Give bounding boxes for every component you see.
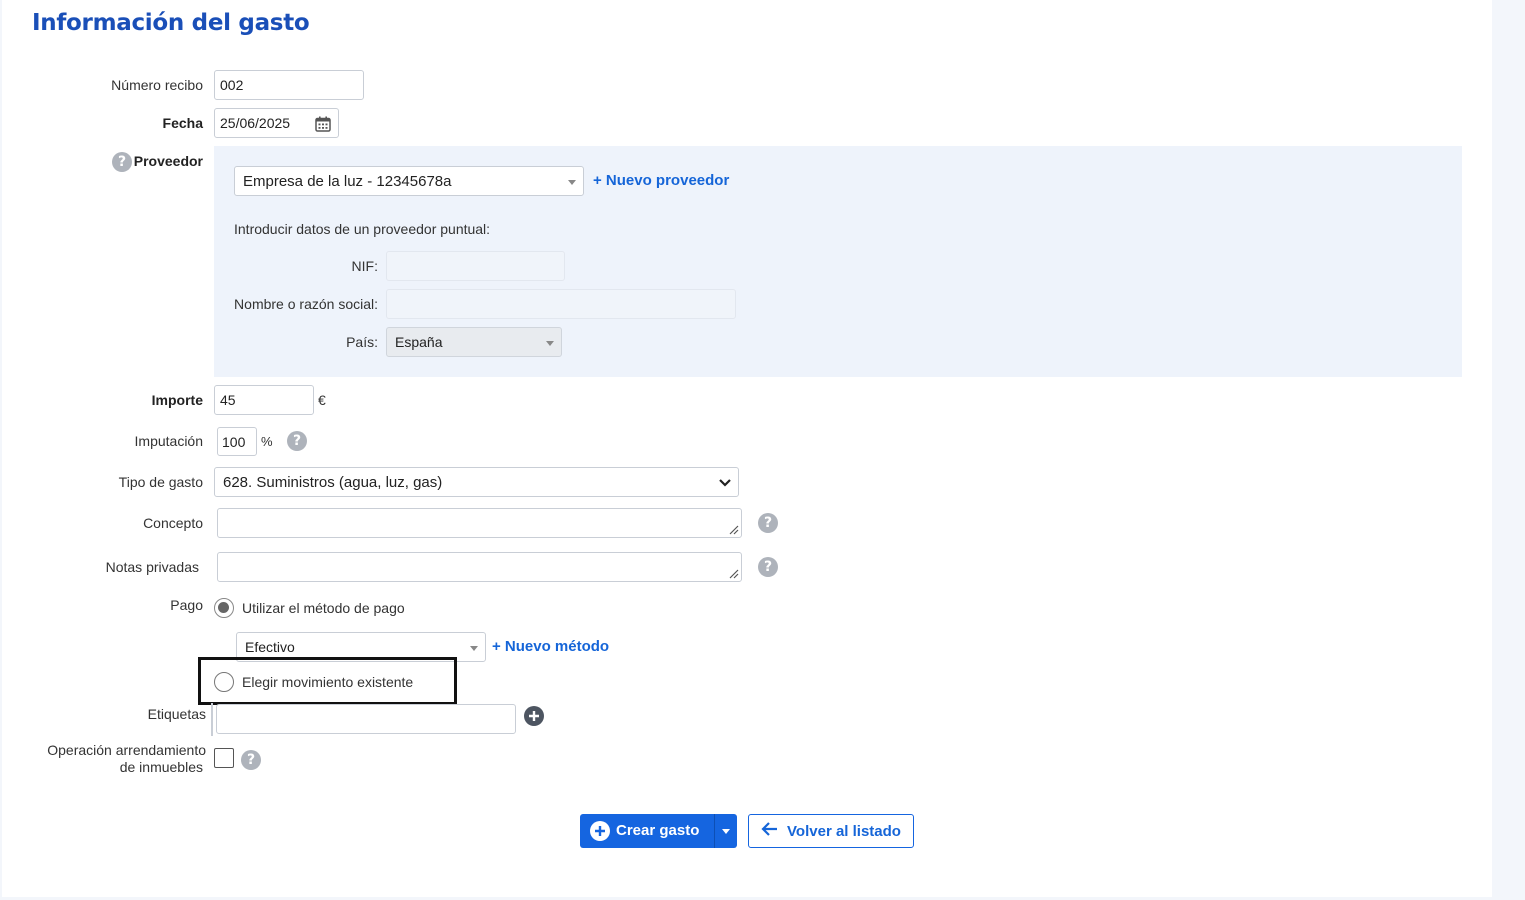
new-supplier-link[interactable]: + Nuevo proveedor: [593, 172, 729, 189]
nif-label: NIF:: [351, 258, 378, 274]
receipt-input[interactable]: 002: [214, 70, 364, 100]
percent-symbol: %: [261, 434, 273, 449]
private-notes-textarea[interactable]: [217, 552, 742, 582]
back-to-list-button[interactable]: Volver al listado: [748, 814, 914, 848]
expense-type-label: Tipo de gasto: [118, 474, 203, 490]
company-name-label: Nombre o razón social:: [234, 296, 378, 312]
calendar-icon[interactable]: [315, 116, 331, 135]
existing-movement-option-label[interactable]: Elegir movimiento existente: [242, 674, 413, 690]
date-input[interactable]: 25/06/2025: [214, 108, 339, 138]
arrow-left-icon: [761, 821, 779, 841]
payment-method-value: Efectivo: [245, 639, 295, 655]
lease-checkbox[interactable]: [214, 748, 234, 768]
payment-method-option-label[interactable]: Utilizar el método de pago: [242, 600, 405, 616]
imputation-help-icon[interactable]: ?: [287, 431, 307, 451]
concept-textarea[interactable]: [217, 508, 742, 538]
caret-down-icon: [722, 829, 730, 834]
expense-type-value: 628. Suministros (agua, luz, gas): [223, 473, 443, 491]
create-options-dropdown[interactable]: [715, 814, 737, 848]
existing-movement-radio[interactable]: [214, 672, 234, 692]
imputation-label: Imputación: [134, 433, 203, 449]
company-name-input[interactable]: [386, 289, 736, 319]
lease-label-line2: de inmuebles: [119, 759, 203, 775]
chevron-down-icon: [546, 341, 554, 346]
new-payment-method-link[interactable]: + Nuevo método: [492, 638, 609, 655]
concept-label: Concepto: [143, 515, 203, 531]
create-expense-button[interactable]: Crear gasto: [580, 814, 737, 848]
private-notes-label: Notas privadas: [105, 559, 199, 575]
chevron-down-icon: [470, 646, 478, 651]
tags-input[interactable]: [216, 704, 516, 734]
chevron-down-icon: [718, 476, 732, 493]
lease-label-line1: Operación arrendamiento: [47, 742, 206, 758]
create-expense-label: Crear gasto: [616, 822, 700, 839]
receipt-label: Número recibo: [111, 77, 203, 93]
plus-circle-icon: [590, 821, 610, 845]
amount-label: Importe: [151, 392, 203, 408]
tags-divider: [211, 703, 213, 736]
country-label: País:: [346, 334, 378, 350]
chevron-down-icon: [568, 180, 576, 185]
payment-label: Pago: [170, 597, 203, 613]
date-label: Fecha: [162, 115, 203, 131]
occasional-supplier-title: Introducir datos de un proveedor puntual…: [234, 221, 491, 237]
imputation-input[interactable]: 100: [217, 427, 257, 456]
currency-symbol: €: [318, 392, 326, 408]
payment-method-radio[interactable]: [214, 598, 234, 618]
date-value: 25/06/2025: [220, 115, 291, 131]
supplier-select[interactable]: Empresa de la luz - 12345678a: [234, 166, 584, 196]
tags-label: Etiquetas: [147, 706, 206, 722]
resize-handle-icon[interactable]: [729, 525, 739, 535]
supplier-label: Proveedor: [133, 153, 203, 169]
country-select-value: España: [395, 334, 443, 350]
private-notes-help-icon[interactable]: ?: [758, 557, 778, 577]
amount-input[interactable]: 45: [214, 385, 314, 415]
lease-help-icon[interactable]: ?: [241, 750, 261, 770]
supplier-select-value: Empresa de la luz - 12345678a: [243, 172, 452, 190]
page-title: Información del gasto: [32, 10, 310, 36]
resize-handle-icon[interactable]: [729, 569, 739, 579]
nif-input[interactable]: [386, 251, 565, 281]
concept-help-icon[interactable]: ?: [758, 513, 778, 533]
back-to-list-label: Volver al listado: [787, 822, 901, 840]
supplier-help-icon[interactable]: ?: [112, 152, 132, 172]
expense-type-select[interactable]: 628. Suministros (agua, luz, gas): [214, 467, 739, 497]
add-tag-icon[interactable]: [524, 706, 544, 729]
country-select[interactable]: España: [386, 327, 562, 357]
